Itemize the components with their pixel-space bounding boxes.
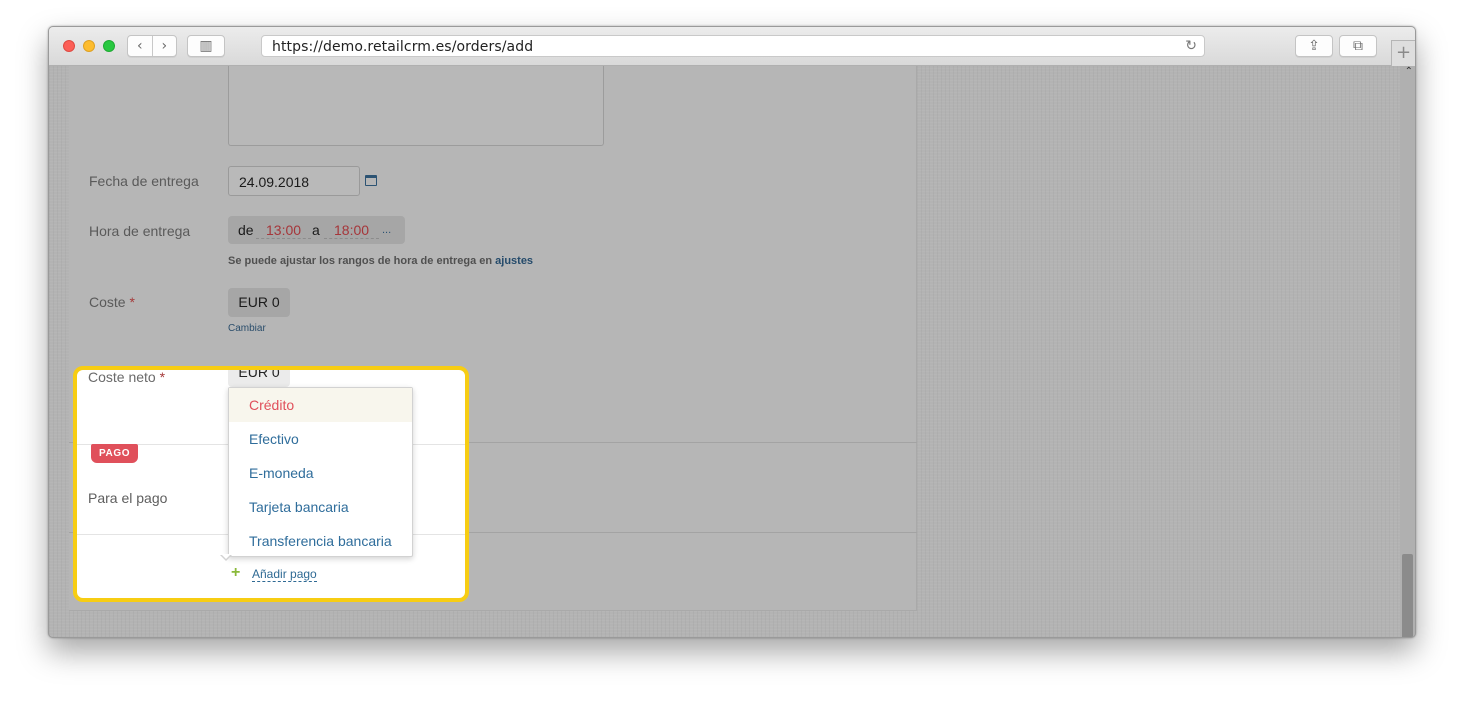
net-cost-value[interactable]: EUR 0 [228, 370, 290, 387]
url-text: https://demo.retailcrm.es/orders/add [272, 39, 534, 55]
close-window-button[interactable] [63, 40, 75, 52]
browser-toolbar: ‹ › ▥ https://demo.retailcrm.es/orders/a… [49, 27, 1415, 66]
dropdown-option[interactable]: E-moneda [229, 456, 412, 490]
add-payment-link[interactable]: Añadir pago [252, 567, 317, 582]
dropdown-option[interactable]: Transferencia bancaria [229, 524, 412, 558]
new-tab-icon[interactable]: + [1391, 40, 1415, 66]
time-from-prefix: de [238, 222, 254, 238]
delivery-time-label: Hora de entrega [89, 223, 191, 239]
dropdown-option[interactable]: Crédito [229, 388, 412, 422]
navigation-buttons: ‹ › [127, 35, 177, 57]
sidebar-toggle-icon[interactable]: ▥ [187, 35, 225, 57]
share-icon[interactable]: ⇪ [1295, 35, 1333, 57]
minimize-window-button[interactable] [83, 40, 95, 52]
time-to-input[interactable]: 18:00 [324, 222, 380, 239]
address-bar[interactable]: https://demo.retailcrm.es/orders/add ↻ [261, 35, 1205, 57]
zoom-window-button[interactable] [103, 40, 115, 52]
net-cost-label-text: Coste neto [88, 369, 156, 385]
time-to-prefix: a [312, 222, 320, 238]
for-payment-label: Para el pago [88, 490, 168, 506]
dropdown-option[interactable]: Tarjeta bancaria [229, 490, 412, 524]
comment-textarea[interactable] [228, 66, 604, 146]
delivery-date-label: Fecha de entrega [89, 173, 199, 189]
change-currency-link[interactable]: Cambiar [228, 323, 266, 334]
page-scrollbar[interactable]: ⌃ [1400, 66, 1415, 637]
settings-link[interactable]: ajustes [495, 255, 533, 267]
time-hint-text: Se puede ajustar los rangos de hora de e… [228, 255, 493, 267]
cost-label: Coste * [89, 294, 135, 310]
net-cost-label: Coste neto * [88, 369, 166, 385]
delivery-time-range: de 13:00 a 18:00 ... [228, 216, 405, 244]
cost-label-text: Coste [89, 294, 126, 310]
reload-icon[interactable]: ↻ [1185, 38, 1197, 54]
plus-icon[interactable]: + [231, 564, 240, 582]
back-icon[interactable]: ‹ [128, 36, 152, 56]
dropdown-option[interactable]: Efectivo [229, 422, 412, 456]
calendar-icon[interactable] [365, 175, 377, 186]
time-from-input[interactable]: 13:00 [256, 222, 312, 239]
required-mark: * [159, 369, 166, 385]
cost-value[interactable]: EUR 0 [228, 288, 290, 317]
time-more-button[interactable]: ... [382, 224, 391, 236]
payment-section-badge: PAGO [91, 444, 139, 463]
scrollbar-thumb[interactable] [1402, 554, 1413, 637]
forward-icon[interactable]: › [153, 36, 177, 56]
time-hint: Se puede ajustar los rangos de hora de e… [228, 255, 533, 267]
scroll-up-icon[interactable]: ⌃ [1405, 66, 1413, 77]
payment-type-dropdown: Crédito Efectivo E-moneda Tarjeta bancar… [228, 387, 413, 557]
delivery-date-input[interactable]: 24.09.2018 [228, 166, 360, 196]
dropdown-pointer [220, 554, 232, 561]
tab-overview-icon[interactable]: ⧉ [1339, 35, 1377, 57]
required-mark: * [129, 294, 135, 310]
